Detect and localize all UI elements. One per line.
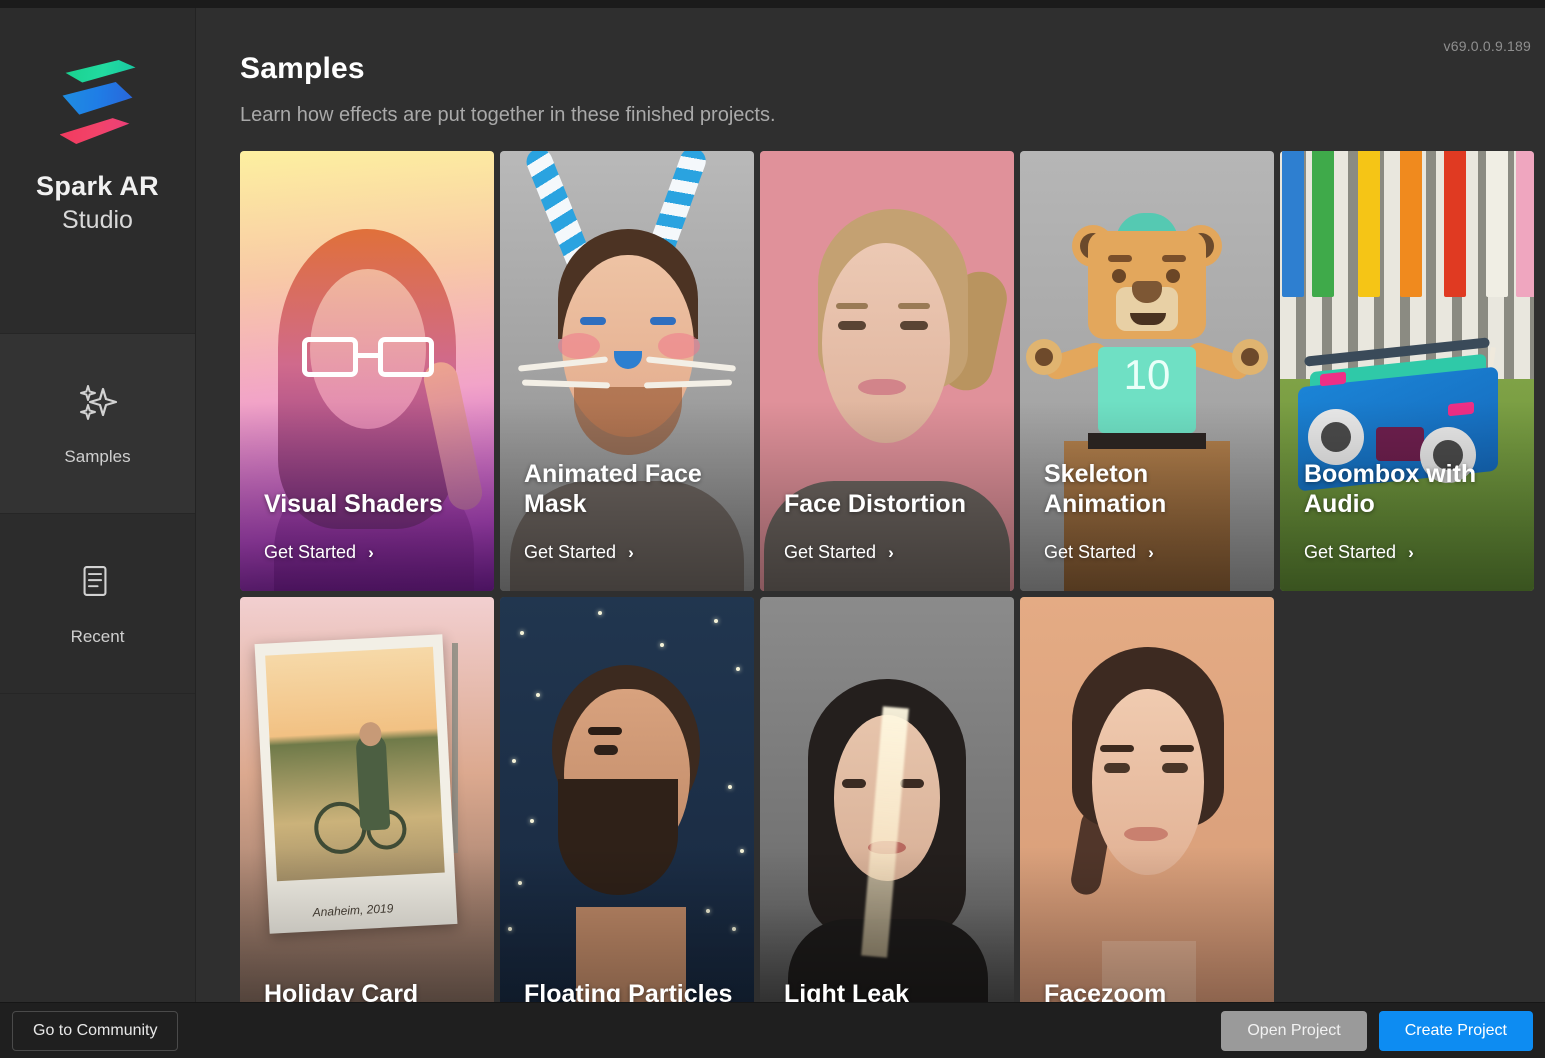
window-titlebar (0, 0, 1545, 8)
sidebar-item-samples[interactable]: Samples (0, 333, 195, 513)
card-cta-label: Get Started (1044, 542, 1137, 562)
sidebar-item-recent[interactable]: Recent (0, 513, 195, 693)
bottom-bar-actions: Open Project Create Project (1221, 1010, 1533, 1051)
brand-name: Spark AR (36, 171, 159, 201)
card-title: Holiday Card (264, 979, 419, 1003)
card-cta-label: Get Started (264, 542, 357, 562)
sample-card-animated-face-mask[interactable]: Animated Face Mask Get Started › (500, 151, 754, 591)
card-title: Face Distortion (784, 489, 966, 518)
sample-card-holiday-card[interactable]: Anaheim, 2019 Holiday Card (240, 597, 494, 1002)
document-list-icon (75, 561, 121, 607)
card-get-started-link[interactable]: Get Started › (1044, 542, 1154, 563)
page-subtitle: Learn how effects are put together in th… (240, 104, 776, 126)
brand-block: Spark AR Studio (0, 8, 195, 333)
sparkles-icon (75, 381, 121, 427)
page-title: Samples (240, 52, 365, 85)
open-project-button[interactable]: Open Project (1221, 1010, 1367, 1051)
main-content: v69.0.0.9.189 Samples Learn how effects … (196, 8, 1545, 1002)
sample-card-floating-particles[interactable]: Floating Particles (500, 597, 754, 1002)
sample-card-face-distortion[interactable]: Face Distortion Get Started › (760, 151, 1014, 591)
chevron-right-icon: › (368, 542, 374, 562)
card-title: Facezoom (1044, 979, 1167, 1003)
card-get-started-link[interactable]: Get Started › (784, 542, 894, 563)
samples-grid: Visual Shaders Get Started › Animated Fa… (240, 151, 1545, 1002)
sample-card-boombox-with-audio[interactable]: Boombox with Audio Get Started › (1280, 151, 1534, 591)
sample-card-light-leak[interactable]: Light Leak (760, 597, 1014, 1002)
chevron-right-icon: › (1408, 542, 1414, 562)
version-label: v69.0.0.9.189 (1443, 38, 1531, 54)
chevron-right-icon: › (628, 542, 634, 562)
card-get-started-link[interactable]: Get Started › (524, 542, 634, 563)
bottom-bar: Go to Community Open Project Create Proj… (0, 1002, 1545, 1058)
go-to-community-button[interactable]: Go to Community (12, 1010, 179, 1051)
spark-ar-logo (59, 60, 136, 152)
card-get-started-link[interactable]: Get Started › (264, 542, 374, 563)
card-get-started-link[interactable]: Get Started › (1304, 542, 1414, 563)
create-project-button[interactable]: Create Project (1378, 1010, 1533, 1051)
sample-card-visual-shaders[interactable]: Visual Shaders Get Started › (240, 151, 494, 591)
card-title: Light Leak (784, 979, 910, 1003)
card-cta-label: Get Started (1304, 542, 1397, 562)
window-body: Spark AR Studio Samples Recent v69.0.0.9… (0, 8, 1545, 1002)
sidebar-item-label-samples: Samples (64, 446, 131, 466)
sample-card-skeleton-animation[interactable]: 10 Skeleton Animation Get Started › (1020, 151, 1274, 591)
spark-ar-studio-window: Spark AR Studio Samples Recent v69.0.0.9… (0, 0, 1545, 1058)
chevron-right-icon: › (888, 542, 894, 562)
chevron-right-icon: › (1148, 542, 1154, 562)
card-cta-label: Get Started (784, 542, 877, 562)
sidebar-item-label-recent: Recent (70, 626, 125, 646)
card-title: Floating Particles (524, 979, 733, 1003)
card-cta-label: Get Started (524, 542, 617, 562)
sample-card-facezoom[interactable]: Facezoom (1020, 597, 1274, 1002)
sidebar: Spark AR Studio Samples Recent (0, 8, 196, 1002)
card-title: Skeleton Animation (1044, 460, 1167, 518)
sidebar-spacer (0, 693, 195, 1002)
card-title: Animated Face Mask (524, 460, 702, 518)
bear-jersey-number: 10 (1123, 351, 1171, 398)
card-title: Visual Shaders (264, 489, 443, 518)
brand-subtitle: Studio (62, 205, 133, 234)
card-title: Boombox with Audio (1304, 460, 1477, 518)
